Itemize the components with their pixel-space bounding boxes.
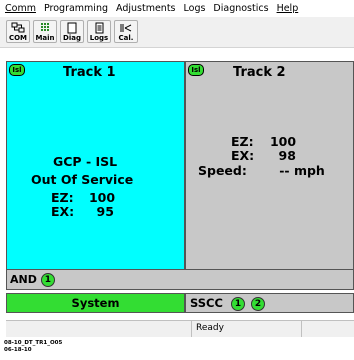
status-divider [301,321,303,337]
grid-icon [41,23,49,31]
sscc-label: SSCC [190,296,223,310]
ez-value: 100 [88,190,116,205]
track-2-panel[interactable]: Isl Track 2 EZ: 100 EX: 98 Speed: -- mph [185,61,354,270]
ez-label: EZ: [231,134,254,149]
menu-diagnostics[interactable]: Diagnostics [209,3,272,14]
menu-comm[interactable]: Comm [0,3,40,14]
com-button-label: COM [8,34,28,42]
com-button[interactable]: COM [6,20,30,43]
logs-icon [95,22,104,34]
track-1-panel[interactable]: Isl Track 1 GCP - ISL Out Of Service EZ:… [6,61,185,270]
menu-help-label: Help [276,3,299,14]
calibration-icon [120,24,132,32]
sscc-status[interactable]: SSCC 1 2 [185,293,354,313]
ex-value: 98 [278,148,296,163]
ex-value: 95 [96,204,114,219]
track-1-title: Track 1 [63,65,116,80]
menu-adjustments[interactable]: Adjustments [112,3,180,14]
sscc-badge-1: 1 [230,296,245,311]
track-2-ex: EX: 98 [231,148,296,164]
and-row: AND 1 [6,270,354,290]
ex-label: EX: [51,204,75,219]
sscc-badge-2: 2 [250,296,265,311]
menu-comm-label: Comm [5,3,36,14]
track-1-ex: EX: 95 [51,204,114,220]
menu-bar: Comm Programming Adjustments Logs Diagno… [0,0,354,17]
isl-badge: Isl [9,64,25,76]
status-bar: Ready [6,320,354,337]
speed-value: -- mph [279,163,325,178]
menu-help[interactable]: Help [273,3,303,14]
and-badge: 1 [40,272,55,287]
track-2-title: Track 2 [233,65,286,80]
track-2-speed: Speed: -- mph [198,163,325,179]
logs-button-label: Logs [89,34,109,42]
speed-label: Speed: [198,163,247,178]
ex-label: EX: [231,148,255,163]
ez-value: 100 [269,134,297,149]
track-1-status: Out Of Service [31,172,134,187]
calibration-button[interactable]: Cal. [114,20,138,43]
system-status[interactable]: System [6,293,185,313]
diag-button[interactable]: Diag [60,20,84,43]
and-label: AND [10,273,37,286]
logs-button[interactable]: Logs [87,20,111,43]
footer-file-name: 08-10_DT_TR1_O05 [4,340,63,346]
calibration-button-label: Cal. [118,34,134,42]
diag-icon [67,22,77,34]
status-cell-empty [6,321,192,337]
main-button[interactable]: Main [33,20,57,43]
main-button-label: Main [35,34,55,42]
menu-programming[interactable]: Programming [40,3,112,14]
toolbar: COM Main Diag Logs Cal. [0,17,354,48]
footer-date: 06-18-10 [4,347,32,353]
ez-label: EZ: [51,190,74,205]
track-1-mode: GCP - ISL [53,154,118,169]
menu-logs[interactable]: Logs [180,3,210,14]
status-text: Ready [196,323,224,333]
isl-badge: Isl [188,64,204,76]
com-icon [11,22,25,33]
diag-button-label: Diag [63,34,81,42]
